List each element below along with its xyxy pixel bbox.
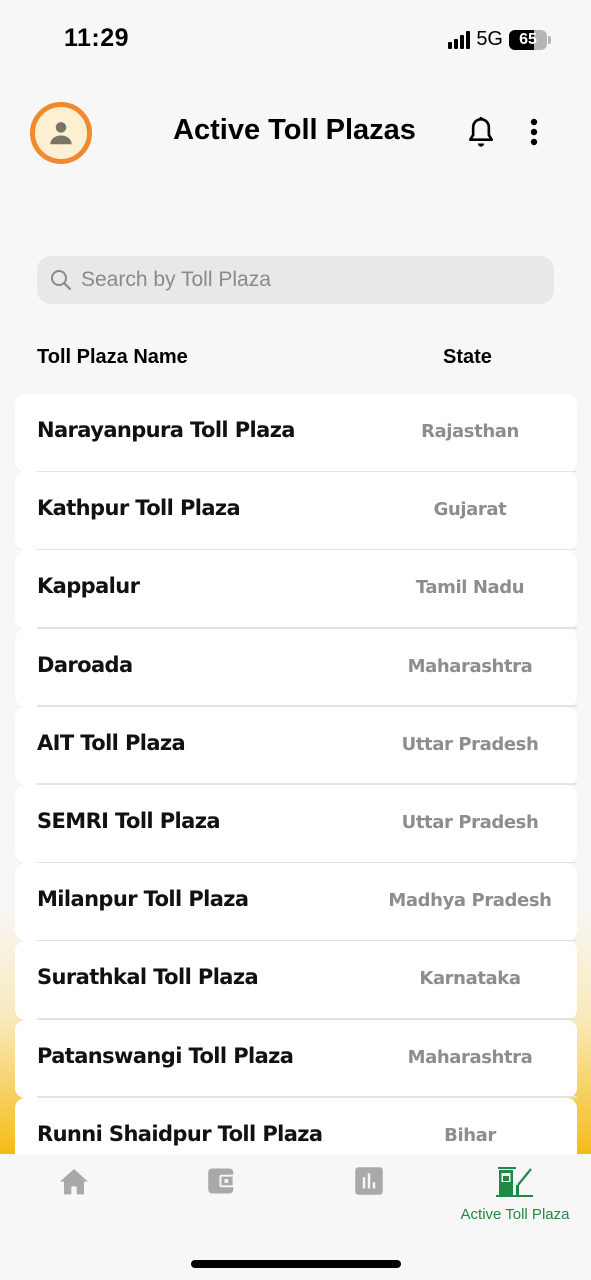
app-header: Active Toll Plazas (0, 100, 591, 164)
status-bar: 11:29 5G 65 (0, 0, 591, 80)
profile-avatar-button[interactable] (30, 102, 92, 164)
toll-plaza-row[interactable]: Kappalur Tamil Nadu (15, 550, 577, 629)
toll-plaza-name: Milanpur Toll Plaza (37, 887, 249, 912)
battery-icon: 65 (509, 29, 547, 50)
toll-plaza-row[interactable]: Narayanpura Toll Plaza Rajasthan (15, 394, 577, 473)
signal-strength-icon (448, 30, 471, 49)
user-icon (50, 122, 72, 145)
tab-label: Active Toll Plaza (460, 1206, 570, 1223)
battery-level: 65 (519, 30, 537, 48)
toll-booth-icon (496, 1167, 533, 1197)
more-vertical-icon (530, 118, 538, 146)
bottom-tab-bar: Active Toll Plaza (0, 1154, 591, 1280)
bar-chart-icon (355, 1167, 383, 1195)
toll-plaza-name: Kathpur Toll Plaza (37, 496, 241, 521)
toll-plaza-row[interactable]: Patanswangi Toll Plaza Maharashtra (15, 1019, 577, 1098)
toll-plaza-name: Narayanpura Toll Plaza (37, 418, 295, 442)
more-options-button[interactable] (524, 116, 544, 150)
column-header-state[interactable]: State (443, 346, 492, 369)
toll-plaza-row[interactable]: SEMRI Toll Plaza Uttar Pradesh (15, 784, 577, 864)
toll-plaza-state: Maharashtra (407, 1046, 533, 1068)
column-header-name[interactable]: Toll Plaza Name (37, 346, 188, 369)
toll-plaza-name: SEMRI Toll Plaza (37, 808, 220, 833)
toll-plaza-list[interactable]: Narayanpura Toll Plaza Rajasthan Kathpur… (15, 394, 577, 1154)
toll-plaza-row[interactable]: Kathpur Toll Plaza Gujarat (15, 472, 577, 551)
status-time: 11:29 (64, 24, 130, 52)
search-bar[interactable] (37, 256, 554, 304)
toll-plaza-name: Runni Shaidpur Toll Plaza (37, 1121, 323, 1146)
toll-plaza-row[interactable]: Daroada Maharashtra (15, 628, 577, 707)
toll-plaza-name: Surathkal Toll Plaza (37, 965, 259, 990)
toll-plaza-state: Gujarat (433, 499, 507, 521)
toll-plaza-name: Patanswangi Toll Plaza (37, 1043, 294, 1068)
toll-plaza-state: Uttar Pradesh (401, 811, 539, 833)
tab-reports[interactable] (319, 1166, 419, 1236)
toll-plaza-state: Madhya Pradesh (388, 890, 552, 912)
toll-plaza-name: AIT Toll Plaza (37, 730, 186, 755)
search-input[interactable] (81, 268, 521, 292)
toll-plaza-name: Kappalur (37, 574, 140, 599)
toll-plaza-name: Daroada (37, 652, 133, 677)
bell-icon (468, 117, 494, 147)
tab-active-toll-plaza[interactable]: Active Toll Plaza (440, 1166, 590, 1236)
toll-plaza-row[interactable]: AIT Toll Plaza Uttar Pradesh (15, 706, 577, 786)
toll-plaza-state: Karnataka (419, 968, 521, 990)
search-icon (51, 270, 72, 291)
wallet-icon (208, 1168, 235, 1194)
tab-home[interactable] (24, 1166, 124, 1236)
toll-plaza-state: Tamil Nadu (415, 577, 525, 599)
toll-plaza-row[interactable]: Runni Shaidpur Toll Plaza Bihar (15, 1097, 577, 1154)
status-indicators: 5G 65 (448, 28, 551, 51)
battery-tip (548, 35, 551, 44)
notifications-button[interactable] (465, 116, 497, 150)
toll-plaza-row[interactable]: Surathkal Toll Plaza Karnataka (15, 941, 577, 1020)
toll-plaza-state: Uttar Pradesh (401, 733, 539, 755)
toll-plaza-state: Bihar (444, 1124, 496, 1146)
network-type: 5G (476, 28, 503, 50)
tab-wallet[interactable] (172, 1166, 272, 1236)
home-icon (60, 1169, 88, 1195)
home-indicator[interactable] (191, 1260, 401, 1268)
toll-plaza-state: Maharashtra (407, 655, 533, 677)
toll-plaza-state: Rajasthan (421, 421, 519, 442)
toll-plaza-row[interactable]: Milanpur Toll Plaza Madhya Pradesh (15, 863, 577, 942)
